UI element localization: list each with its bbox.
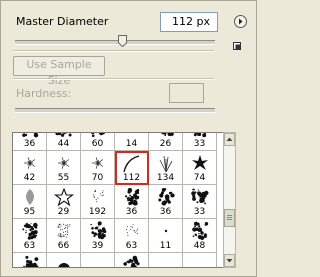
use-sample-size-button[interactable]: Use Sample Size [13, 56, 105, 87]
brush-preset-size: 48 [193, 241, 206, 251]
brush-tip-star-burst-icon [58, 157, 70, 169]
brush-preset-item[interactable]: 60 [81, 133, 115, 151]
master-diameter-label: Master Diameter [16, 15, 109, 28]
brush-preset-size: 42 [23, 173, 36, 183]
brush-tip-leaf-icon [26, 189, 34, 205]
brush-preset-item[interactable]: 74 [183, 151, 217, 185]
brush-tip-splatter-icon [158, 188, 175, 206]
brush-preset-item[interactable]: 33 [183, 185, 217, 219]
brush-tip-splatter-icon [125, 187, 140, 206]
brush-preset-grid: 36 44 60 14 26 33 42 55 70 112 134 74 95 29 192 36 36 33 6… [12, 132, 225, 268]
brush-preset-size: 55 [57, 173, 70, 183]
brush-tip-splatter-icon [123, 255, 140, 267]
brush-preset-size: 36 [23, 139, 36, 149]
brush-preset-item[interactable] [81, 253, 115, 267]
brush-preset-size: 33 [193, 139, 206, 149]
new-preset-icon [233, 42, 241, 50]
brush-preset-size: 95 [23, 207, 36, 217]
brush-preset-item[interactable] [183, 253, 217, 267]
separator [13, 50, 214, 52]
brush-preset-size: 36 [125, 207, 138, 217]
brush-preset-item[interactable]: 48 [183, 219, 217, 253]
brush-preset-size: 192 [88, 207, 107, 217]
right-arrow-circle-icon [239, 18, 243, 25]
brush-preset-item[interactable]: 55 [47, 151, 81, 185]
brush-tip-curve-icon [123, 155, 140, 173]
brush-preset-item[interactable]: 33 [183, 133, 217, 151]
brush-preset-item[interactable]: 36 [115, 185, 149, 219]
brush-preset-item[interactable]: 26 [149, 133, 183, 151]
brush-preset-item[interactable] [13, 253, 47, 267]
brush-preset-item[interactable]: 63 [13, 219, 47, 253]
brush-preset-item[interactable]: 63 [115, 219, 149, 253]
hardness-input[interactable] [169, 83, 204, 103]
hardness-slider-track[interactable] [15, 108, 215, 113]
brush-preset-size: 63 [125, 241, 138, 251]
hardness-label: Hardness: [16, 87, 72, 100]
brush-preset-size: 66 [57, 241, 70, 251]
preset-scrollbar[interactable] [223, 132, 236, 268]
brush-preset-item[interactable]: 134 [149, 151, 183, 185]
brush-tip-dots-icon [126, 224, 138, 236]
brush-tip-splatter-icon [90, 221, 107, 240]
brush-preset-size: 70 [91, 173, 104, 183]
brush-tip-dot-icon [164, 229, 168, 233]
brush-preset-item[interactable] [115, 253, 149, 267]
brush-tip-dots-icon [93, 189, 104, 203]
grip-icon [227, 215, 232, 220]
brush-preset-size: 33 [193, 207, 206, 217]
brush-preset-item[interactable]: 29 [47, 185, 81, 219]
brush-tip-splatter-icon [191, 188, 209, 205]
brush-presets-panel: Master Diameter 112 px Use Sample Size H… [0, 0, 257, 277]
master-diameter-slider-track[interactable] [15, 40, 215, 45]
brush-preset-size: 29 [57, 207, 70, 217]
scroll-up-icon [226, 137, 233, 141]
brush-tip-splatter-icon [23, 255, 39, 267]
brush-preset-size: 14 [125, 139, 138, 149]
brush-preset-size: 74 [193, 173, 206, 183]
brush-preset-size: 26 [159, 139, 172, 149]
brush-tip-grass-icon [159, 155, 173, 173]
brush-tip-round-icon [58, 263, 70, 267]
brush-preset-size: 134 [156, 173, 175, 183]
brush-preset-size: 63 [23, 241, 36, 251]
brush-preset-size: 39 [91, 241, 104, 251]
brush-tip-splatter-icon [192, 221, 209, 240]
panel-menu-button[interactable] [234, 15, 247, 28]
brush-preset-item[interactable]: 36 [149, 185, 183, 219]
scroll-down-button[interactable] [224, 254, 235, 267]
brush-tip-star-burst-icon [24, 157, 36, 169]
brush-preset-item[interactable]: 66 [47, 219, 81, 253]
brush-preset-list: 36 44 60 14 26 33 42 55 70 112 134 74 95 29 192 36 36 33 6… [13, 133, 217, 267]
brush-preset-size: 112 [122, 173, 141, 183]
scroll-up-button[interactable] [224, 133, 235, 146]
master-diameter-input[interactable]: 112 px [160, 12, 218, 32]
brush-preset-item[interactable]: 36 [13, 133, 47, 151]
brush-tip-star-icon [53, 187, 75, 207]
brush-preset-size: 36 [159, 207, 172, 217]
brush-preset-size: 11 [159, 241, 172, 251]
brush-preset-item[interactable]: 44 [47, 133, 81, 151]
scroll-thumb[interactable] [224, 209, 235, 227]
brush-tip-dense-dots-icon [57, 223, 71, 238]
brush-preset-item[interactable] [149, 253, 183, 267]
separator [13, 78, 214, 80]
brush-tip-leaf-star-icon [192, 155, 208, 170]
master-diameter-slider-thumb[interactable] [118, 35, 127, 47]
brush-preset-item[interactable]: 192 [81, 185, 115, 219]
brush-tip-star-burst-icon [92, 157, 104, 169]
brush-preset-item[interactable]: 39 [81, 219, 115, 253]
brush-preset-item[interactable]: 42 [13, 151, 47, 185]
brush-preset-size: 60 [91, 139, 104, 149]
brush-preset-item[interactable]: 70 [81, 151, 115, 185]
brush-preset-size: 44 [57, 139, 70, 149]
new-preset-button[interactable] [232, 41, 242, 51]
scroll-down-icon [226, 259, 233, 263]
brush-preset-item[interactable]: 95 [13, 185, 47, 219]
brush-preset-item[interactable]: 112 [115, 151, 149, 185]
brush-preset-item[interactable]: 14 [115, 133, 149, 151]
brush-tip-splatter-icon [22, 222, 38, 240]
brush-preset-item[interactable] [47, 253, 81, 267]
brush-preset-item[interactable]: 11 [149, 219, 183, 253]
